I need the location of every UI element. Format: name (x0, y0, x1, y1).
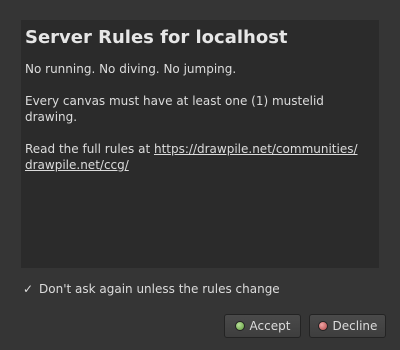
rules-link-line-1[interactable]: https://drawpile.net/communities/ (154, 142, 358, 156)
green-circle-icon (234, 321, 245, 331)
dont-ask-again-label[interactable]: Don't ask again unless the rules change (39, 282, 280, 296)
red-circle-icon (317, 321, 328, 331)
rules-text-panel: Server Rules for localhost No running. N… (21, 20, 379, 268)
server-rules-dialog: Server Rules for localhost No running. N… (0, 0, 400, 350)
rules-paragraph-3: Read the full rules at https://drawpile.… (25, 141, 375, 173)
rules-paragraph-2: Every canvas must have at least one (1) … (25, 94, 324, 124)
dont-ask-again-checkbox-row[interactable]: ✓ Don't ask again unless the rules chang… (22, 281, 280, 297)
accept-button-label: Accept (249, 319, 291, 333)
rules-link-prefix: Read the full rules at (25, 142, 154, 156)
dont-ask-again-checkbox[interactable]: ✓ (22, 283, 34, 295)
rules-title: Server Rules for localhost (25, 27, 288, 48)
decline-button[interactable]: Decline (309, 314, 386, 338)
rules-link-line-2[interactable]: drawpile.net/ccg/ (25, 158, 129, 172)
decline-button-label: Decline (332, 319, 378, 333)
accept-button[interactable]: Accept (224, 314, 301, 338)
rules-paragraph-1: No running. No diving. No jumping. (25, 62, 237, 76)
